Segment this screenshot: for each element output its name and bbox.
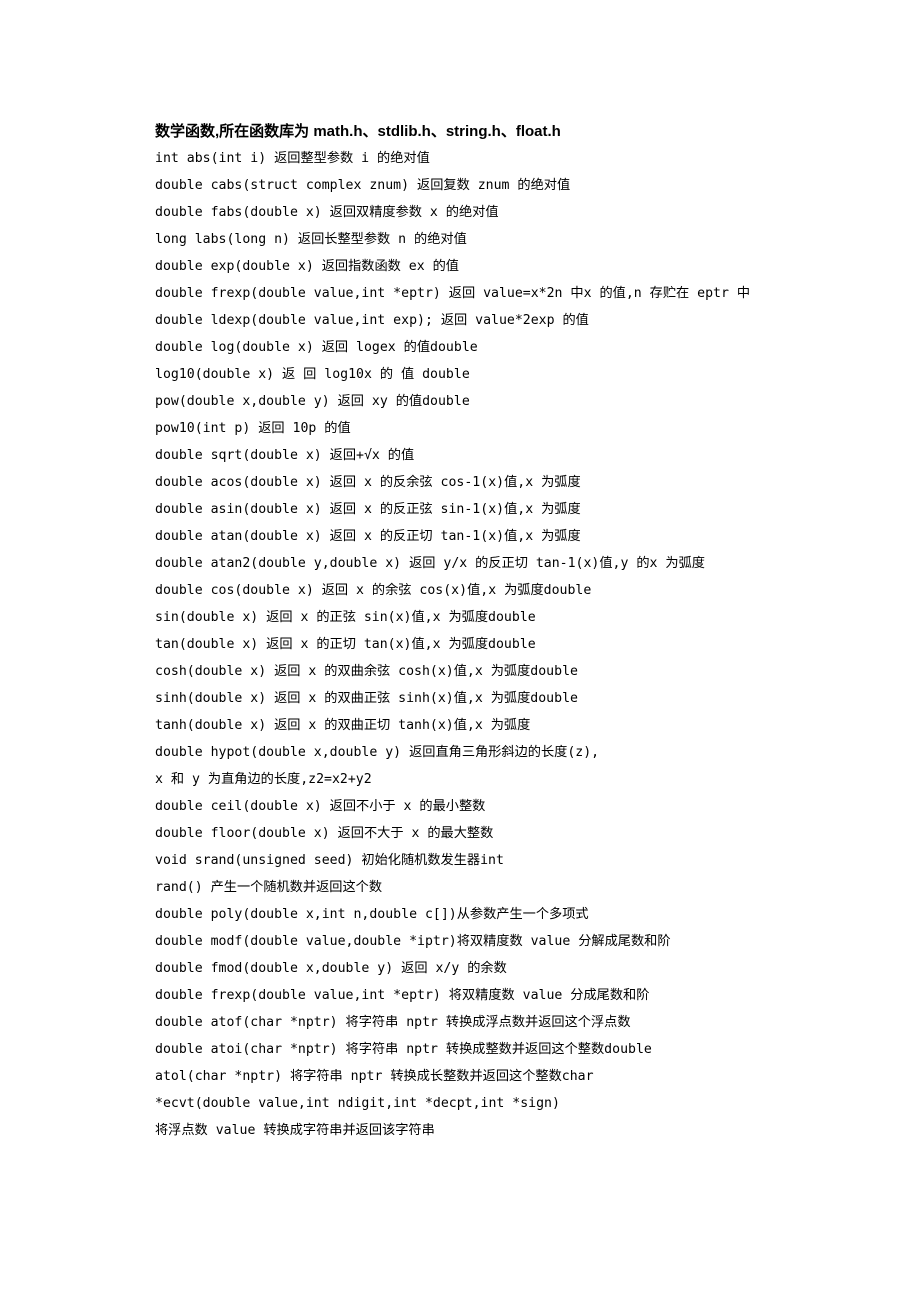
function-line: *ecvt(double value,int ndigit,int *decpt… [155,1090,770,1117]
section-title: 数学函数,所在函数库为 math.h、stdlib.h、string.h、flo… [155,118,770,145]
function-line: double poly(double x,int n,double c[])从参… [155,901,770,928]
function-line: atol(char *nptr) 将字符串 nptr 转换成长整数并返回这个整数… [155,1063,770,1090]
function-line: double floor(double x) 返回不大于 x 的最大整数 [155,820,770,847]
function-line: double atan2(double y,double x) 返回 y/x 的… [155,550,770,577]
function-line: double atoi(char *nptr) 将字符串 nptr 转换成整数并… [155,1036,770,1063]
function-line: double acos(double x) 返回 x 的反余弦 cos-1(x)… [155,469,770,496]
function-line: x 和 y 为直角边的长度,z2=x2+y2 [155,766,770,793]
function-line: cosh(double x) 返回 x 的双曲余弦 cosh(x)值,x 为弧度… [155,658,770,685]
function-line: double sqrt(double x) 返回+√x 的值 [155,442,770,469]
function-line: double cabs(struct complex znum) 返回复数 zn… [155,172,770,199]
function-line: 将浮点数 value 转换成字符串并返回该字符串 [155,1117,770,1144]
function-line: sinh(double x) 返回 x 的双曲正弦 sinh(x)值,x 为弧度… [155,685,770,712]
function-line: int abs(int i) 返回整型参数 i 的绝对值 [155,145,770,172]
function-list: int abs(int i) 返回整型参数 i 的绝对值double cabs(… [155,145,770,1144]
function-line: double exp(double x) 返回指数函数 ex 的值 [155,253,770,280]
function-line: double cos(double x) 返回 x 的余弦 cos(x)值,x … [155,577,770,604]
function-line: sin(double x) 返回 x 的正弦 sin(x)值,x 为弧度doub… [155,604,770,631]
function-line: tan(double x) 返回 x 的正切 tan(x)值,x 为弧度doub… [155,631,770,658]
function-line: double frexp(double value,int *eptr) 返回 … [155,280,770,307]
function-line: double hypot(double x,double y) 返回直角三角形斜… [155,739,770,766]
function-line: long labs(long n) 返回长整型参数 n 的绝对值 [155,226,770,253]
function-line: double log(double x) 返回 logex 的值double [155,334,770,361]
function-line: pow10(int p) 返回 10p 的值 [155,415,770,442]
function-line: pow(double x,double y) 返回 xy 的值double [155,388,770,415]
function-line: double ceil(double x) 返回不小于 x 的最小整数 [155,793,770,820]
function-line: tanh(double x) 返回 x 的双曲正切 tanh(x)值,x 为弧度 [155,712,770,739]
function-line: rand() 产生一个随机数并返回这个数 [155,874,770,901]
function-line: log10(double x) 返 回 log10x 的 值 double [155,361,770,388]
document-page: 数学函数,所在函数库为 math.h、stdlib.h、string.h、flo… [0,0,920,1301]
function-line: double fabs(double x) 返回双精度参数 x 的绝对值 [155,199,770,226]
function-line: double modf(double value,double *iptr)将双… [155,928,770,955]
function-line: double ldexp(double value,int exp); 返回 v… [155,307,770,334]
function-line: void srand(unsigned seed) 初始化随机数发生器int [155,847,770,874]
function-line: double frexp(double value,int *eptr) 将双精… [155,982,770,1009]
function-line: double atan(double x) 返回 x 的反正切 tan-1(x)… [155,523,770,550]
function-line: double fmod(double x,double y) 返回 x/y 的余… [155,955,770,982]
function-line: double atof(char *nptr) 将字符串 nptr 转换成浮点数… [155,1009,770,1036]
function-line: double asin(double x) 返回 x 的反正弦 sin-1(x)… [155,496,770,523]
